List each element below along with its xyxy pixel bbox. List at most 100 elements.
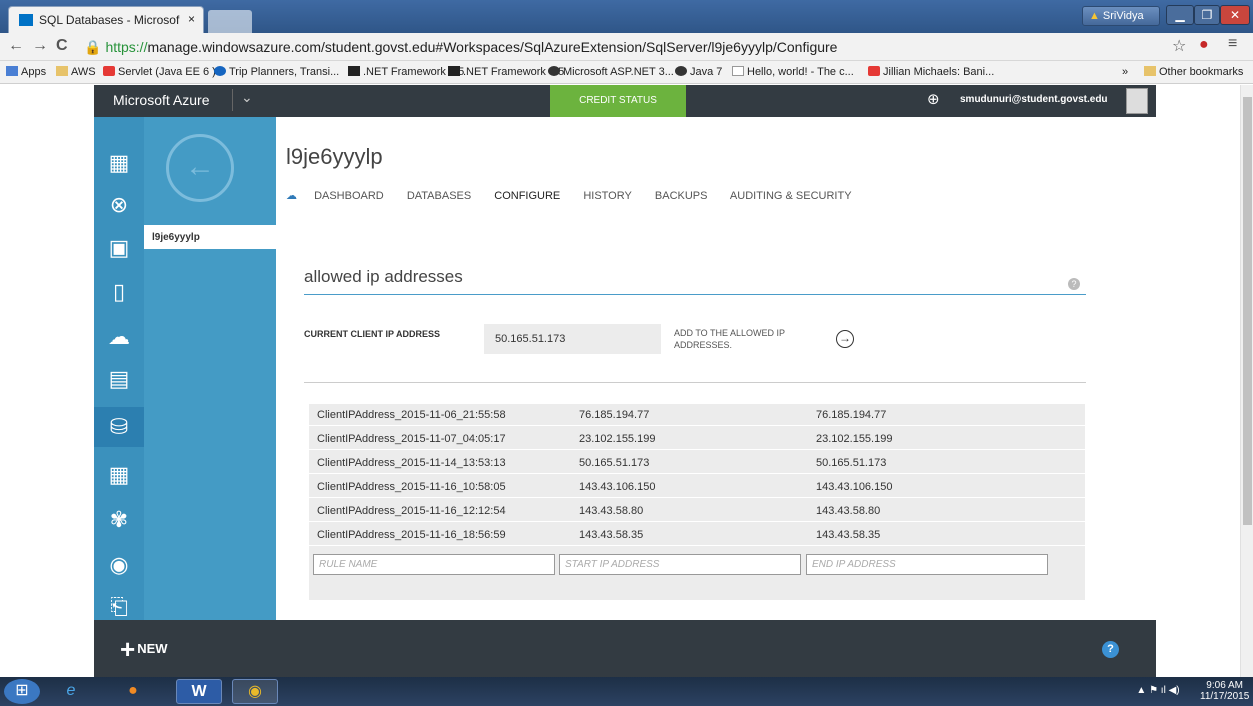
bookmark-net-1[interactable]: .NET Framework 3.5 [348, 66, 464, 78]
help-icon[interactable]: ? [1102, 641, 1119, 658]
site-icon [675, 66, 687, 76]
system-tray-icons[interactable]: ▲ ⚑ ıl ◀) [1128, 679, 1188, 704]
bookmark-servlet[interactable]: Servlet (Java EE 6 ) [103, 66, 216, 78]
sql-database-icon [19, 14, 33, 26]
more-bookmarks-icon[interactable]: » [1122, 66, 1128, 78]
add-ip-arrow-icon[interactable]: → [836, 330, 854, 348]
client-ip-label: CURRENT CLIENT IP ADDRESS [304, 329, 441, 339]
start-ip-input[interactable]: START IP ADDRESS [559, 554, 801, 575]
table-row[interactable]: ClientIPAddress_2015-11-16_10:58:05 143.4… [309, 476, 1085, 498]
new-tab-button[interactable] [208, 10, 252, 33]
table-row[interactable]: ClientIPAddress_2015-11-16_18:56:59 143.4… [309, 524, 1085, 546]
globe-icon[interactable]: ⊕ [927, 90, 940, 108]
firefox-icon[interactable]: ● [110, 679, 156, 704]
bookmark-aws[interactable]: AWS [56, 66, 96, 78]
browser-tab-bar: SQL Databases - Microsof × ▲ SriVidya ▁ ❐… [0, 0, 1253, 33]
reload-icon[interactable]: C [56, 37, 68, 55]
cloud-services-icon[interactable]: ☁ [106, 324, 132, 350]
chrome-icon[interactable]: ◉ [232, 679, 278, 704]
url-path: manage.windowsazure.com/student.govst.ed… [147, 39, 838, 55]
credit-status-button[interactable]: CREDIT STATUS [550, 85, 686, 117]
mobile-services-icon[interactable]: ▯ [106, 279, 132, 305]
avatar[interactable] [1126, 88, 1148, 114]
tab-databases[interactable]: DATABASES [407, 190, 471, 202]
apps-icon [6, 66, 18, 76]
section-divider [304, 294, 1086, 295]
subnav-item-server[interactable]: l9je6yyylp [144, 225, 276, 249]
hdinsight-icon[interactable]: ✾ [106, 507, 132, 533]
bookmark-net-2[interactable]: .NET Framework 3.5 [448, 66, 564, 78]
close-window-button[interactable]: ✕ [1220, 5, 1250, 25]
azure-header: Microsoft Azure ⌄ CREDIT STATUS ⊕ smudun… [94, 85, 1156, 117]
page-icon [732, 66, 744, 76]
close-tab-icon[interactable]: × [188, 12, 195, 26]
batch-services-icon[interactable]: ▤ [106, 366, 132, 392]
cloud-icon: ☁ [286, 190, 297, 202]
add-ip-label: ADD TO THE ALLOWED IP ADDRESSES. [674, 328, 785, 350]
scrollbar-thumb[interactable] [1243, 97, 1252, 525]
service-bus-icon[interactable]: ⎗ [106, 594, 132, 620]
rule-name-input[interactable]: RULE NAME [313, 554, 555, 575]
tab-configure[interactable]: CONFIGURE [494, 190, 560, 202]
star-icon[interactable]: ☆ [1172, 36, 1186, 56]
site-icon [548, 66, 560, 76]
tab-auditing-security[interactable]: AUDITING & SECURITY [730, 190, 852, 202]
web-sites-icon[interactable]: ⊗ [106, 192, 132, 218]
m-icon [348, 66, 360, 76]
bookmarks-bar: Apps AWS Servlet (Java EE 6 ) Trip Plann… [0, 61, 1253, 84]
service-nav: ▦ ⊗ ▣ ▯ ☁ ▤ ⛁ ▦ ✾ ◉ ⎗ [94, 117, 144, 620]
virtual-machines-icon[interactable]: ▣ [106, 235, 132, 261]
bookmark-apps[interactable]: Apps [6, 66, 46, 78]
minimize-button[interactable]: ▁ [1166, 5, 1194, 25]
profile-button[interactable]: ▲ SriVidya [1082, 6, 1160, 26]
table-row[interactable]: ClientIPAddress_2015-11-16_12:12:54 143.4… [309, 500, 1085, 522]
table-row[interactable]: ClientIPAddress_2015-11-06_21:55:58 76.18… [309, 404, 1085, 426]
tab-backups[interactable]: BACKUPS [655, 190, 708, 202]
folder-icon [56, 66, 68, 76]
address-toolbar: ← → C 🔒 https://manage.windowsazure.com/s… [0, 33, 1253, 61]
other-bookmarks[interactable]: Other bookmarks [1144, 66, 1243, 78]
trip-icon [214, 66, 226, 76]
bookmark-trip-planners[interactable]: Trip Planners, Transi... [214, 66, 339, 78]
storage-icon[interactable]: ▦ [106, 462, 132, 488]
all-items-icon[interactable]: ▦ [106, 150, 132, 176]
bookmark-jillian[interactable]: Jillian Michaels: Bani... [868, 66, 994, 78]
clock[interactable]: 9:06 AM 11/17/2015 [1200, 680, 1249, 702]
bookmark-aspnet[interactable]: Microsoft ASP.NET 3... [548, 66, 674, 78]
tab-history[interactable]: HISTORY [583, 190, 632, 202]
sub-nav: ← l9je6yyylp [144, 117, 276, 620]
new-button[interactable]: + NEW [120, 634, 168, 665]
user-email[interactable]: smudunuri@student.govst.edu [960, 94, 1108, 105]
sql-databases-icon[interactable]: ⛁ [94, 407, 144, 447]
plus-icon: + [120, 634, 136, 664]
brand-logo[interactable]: Microsoft Azure [113, 92, 209, 108]
start-button-icon[interactable]: ⊞ [4, 679, 40, 704]
page-scrollbar[interactable] [1240, 85, 1253, 677]
help-icon[interactable]: ? [1068, 278, 1080, 290]
tab-bar: ☁ DASHBOARD DATABASES CONFIGURE HISTORY … [286, 189, 872, 202]
media-services-icon[interactable]: ◉ [106, 552, 132, 578]
bookmark-hello-world[interactable]: Hello, world! - The c... [732, 66, 854, 78]
forward-arrow-icon[interactable]: → [32, 37, 48, 55]
menu-icon[interactable]: ≡ [1228, 35, 1237, 53]
back-arrow-icon[interactable]: ← [8, 37, 24, 55]
browser-tab[interactable]: SQL Databases - Microsof × [8, 6, 204, 33]
ie-icon[interactable]: e [48, 679, 94, 704]
extension-icon[interactable]: ● [1199, 36, 1209, 54]
m-icon [448, 66, 460, 76]
end-ip-input[interactable]: END IP ADDRESS [806, 554, 1048, 575]
client-ip-value: 50.165.51.173 [484, 324, 661, 354]
tab-title: SQL Databases - Microsof [39, 13, 180, 27]
back-circle-icon[interactable]: ← [166, 134, 234, 202]
chevron-down-icon[interactable]: ⌄ [232, 89, 253, 111]
section-title: allowed ip addresses [304, 267, 463, 286]
bookmark-java7[interactable]: Java 7 [675, 66, 722, 78]
tab-dashboard[interactable]: DASHBOARD [314, 190, 384, 202]
table-row[interactable]: ClientIPAddress_2015-11-07_04:05:17 23.10… [309, 428, 1085, 450]
oracle-icon [103, 66, 115, 76]
url-bar[interactable]: 🔒 https://manage.windowsazure.com/student… [84, 36, 1164, 58]
maximize-button[interactable]: ❐ [1194, 5, 1220, 25]
folder-icon [1144, 66, 1156, 76]
word-icon[interactable]: W [176, 679, 222, 704]
table-row[interactable]: ClientIPAddress_2015-11-14_13:53:13 50.16… [309, 452, 1085, 474]
